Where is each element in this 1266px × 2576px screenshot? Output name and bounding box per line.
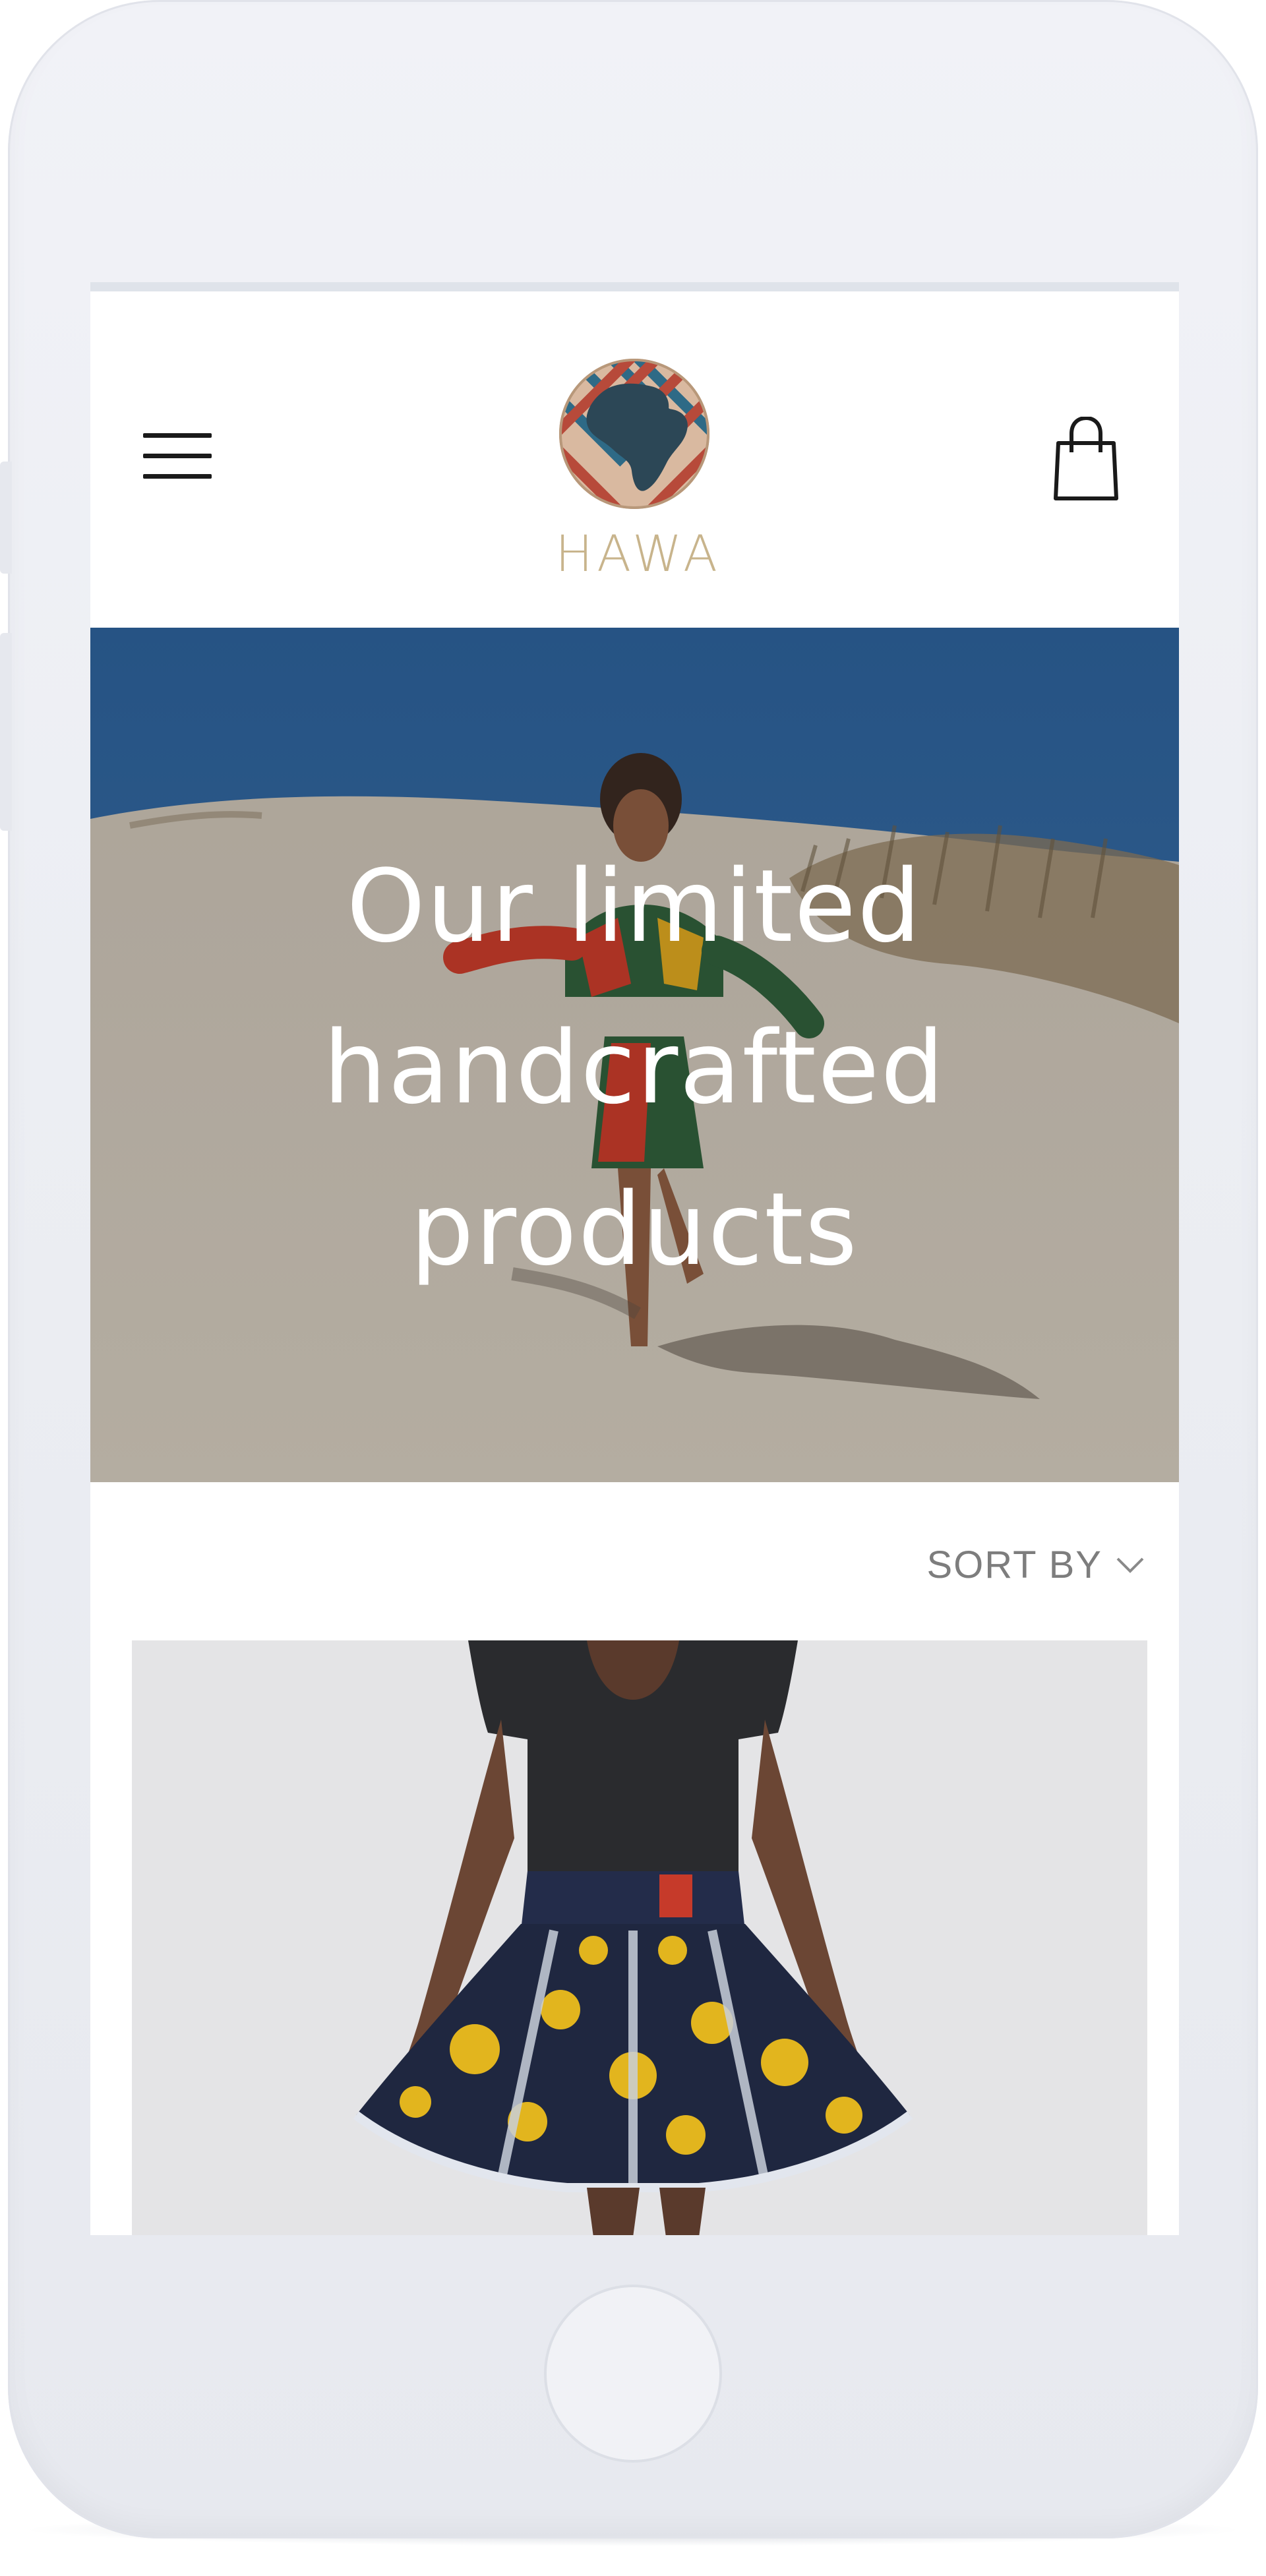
- collection-toolbar: SORT BY: [90, 1482, 1179, 1640]
- hero-banner[interactable]: Our limited handcrafted products: [90, 628, 1179, 1482]
- shopping-bag-icon[interactable]: [1053, 417, 1119, 502]
- hamburger-menu-icon[interactable]: [143, 433, 212, 479]
- site-header: HAWA: [90, 291, 1179, 628]
- hero-title: Our limited handcrafted products: [323, 848, 946, 1288]
- sort-by-label: SORT BY: [926, 1543, 1102, 1586]
- brand-logo[interactable]: HAWA: [555, 357, 717, 579]
- product-image: [132, 1640, 1147, 2235]
- status-divider: [90, 282, 1179, 291]
- logo-emblem-icon: [559, 359, 709, 509]
- phone-screen: HAWA Our limited handcrafted products SO…: [90, 282, 1179, 2235]
- sort-by-dropdown[interactable]: SORT BY: [926, 1543, 1145, 1587]
- chevron-down-icon: [1116, 1557, 1144, 1573]
- product-card[interactable]: [132, 1640, 1147, 2235]
- phone-side-button: [0, 462, 12, 574]
- logo-wordmark: HAWA: [555, 524, 721, 583]
- phone-home-button[interactable]: [544, 2285, 722, 2463]
- phone-side-button: [0, 633, 12, 831]
